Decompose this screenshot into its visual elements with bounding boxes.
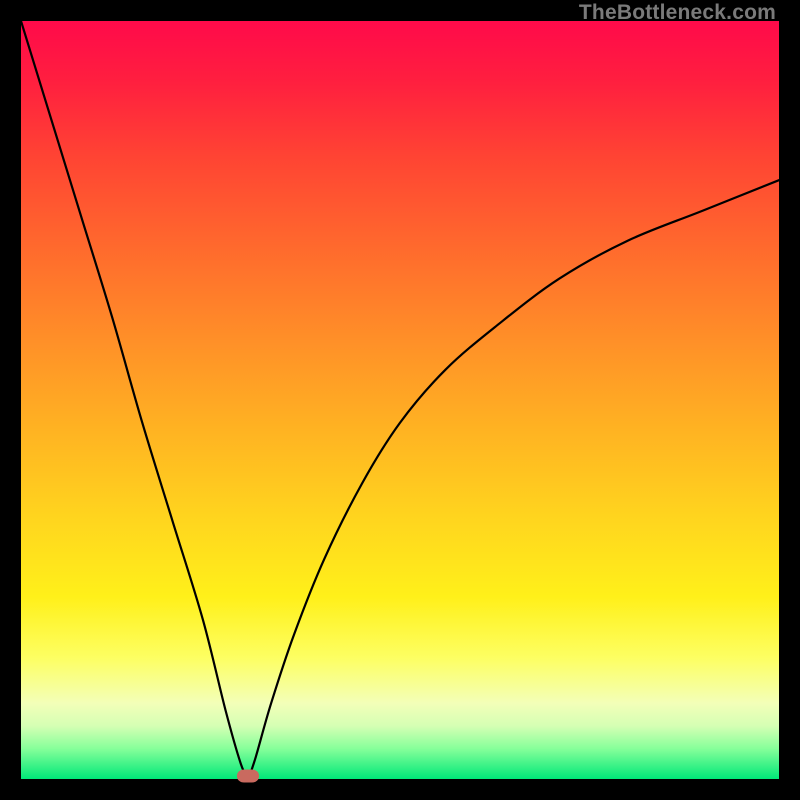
watermark-text: TheBottleneck.com <box>579 1 776 25</box>
chart-background-gradient <box>21 21 779 779</box>
chart-frame <box>21 21 779 779</box>
